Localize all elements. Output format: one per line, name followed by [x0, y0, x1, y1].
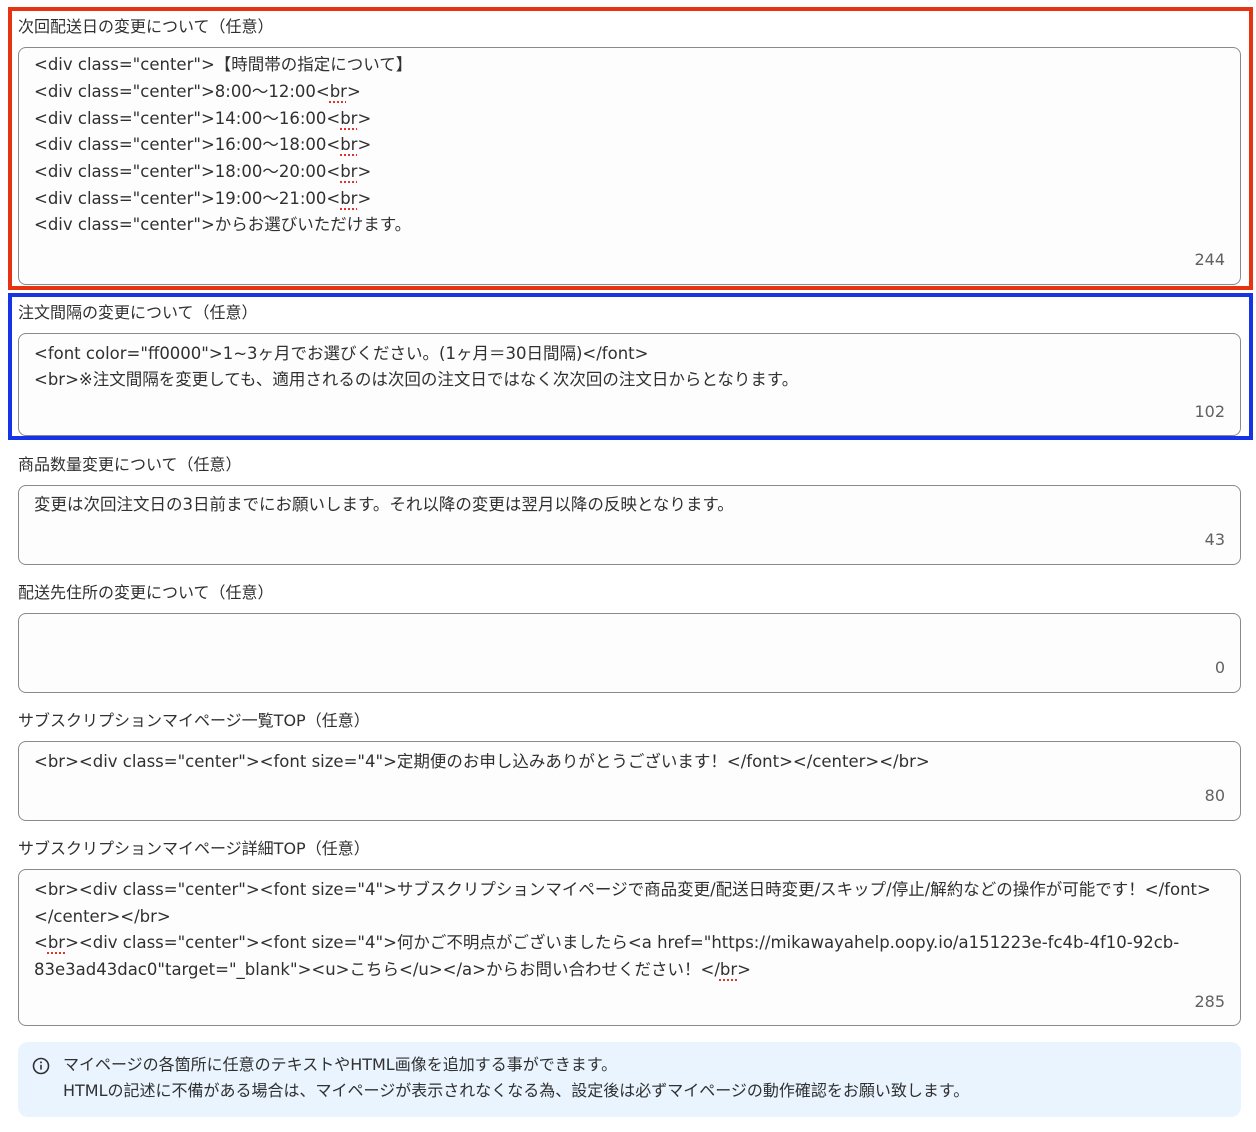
- banner-text-line-2: HTMLの記述に不備がある場合は、マイページが表示されなくなる為、設定後は必ずマ…: [63, 1081, 970, 1100]
- textarea-quantity-change[interactable]: 変更は次回注文日の3日前までにお願いします。それ以降の変更は翌月以降の反映となり…: [18, 485, 1241, 565]
- info-icon: [32, 1057, 50, 1075]
- textarea-order-interval[interactable]: <font color="ff0000">1~3ヶ月でお選びください。(1ヶ月＝…: [18, 333, 1241, 436]
- textarea-address-change[interactable]: 0: [18, 613, 1241, 693]
- textarea-line: 変更は次回注文日の3日前までにお願いします。それ以降の変更は翌月以降の反映となり…: [34, 495, 734, 514]
- textarea-line: </center></br>: [34, 907, 171, 926]
- textarea-mypage-list-top[interactable]: <br><div class="center"><font size="4">定…: [18, 741, 1241, 821]
- textarea-line: <div class="center">19:00〜21:00<br>: [34, 189, 372, 208]
- textarea-next-delivery[interactable]: <div class="center">【時間帯の指定について】 <div cl…: [18, 47, 1241, 285]
- textarea-line: <font color="ff0000">1~3ヶ月でお選びください。(1ヶ月＝…: [34, 344, 649, 363]
- character-count: 102: [1194, 402, 1225, 421]
- character-count: 244: [1194, 250, 1225, 269]
- textarea-line: <div class="center">からお選びいただけます。: [34, 215, 412, 234]
- textarea-line: <br>※注文間隔を変更しても、適用されるのは次回の注文日ではなく次次回の注文日…: [34, 370, 799, 389]
- field-label-order-interval: 注文間隔の変更について（任意）: [18, 303, 258, 322]
- character-count: 80: [1204, 786, 1225, 805]
- textarea-mypage-detail-top[interactable]: <br><div class="center"><font size="4">サ…: [18, 869, 1241, 1026]
- textarea-line: <div class="center">14:00〜16:00<br>: [34, 109, 372, 128]
- banner-text-line-1: マイページの各箇所に任意のテキストやHTML画像を追加する事ができます。: [63, 1055, 618, 1074]
- mypage-settings-form: 次回配送日の変更について（任意） <div class="center">【時間…: [0, 0, 1256, 1132]
- textarea-line: <br><div class="center"><font size="4">何…: [34, 933, 1180, 952]
- textarea-line: 83e3ad43dac0"target="_blank"><u>こちら</u><…: [34, 960, 751, 979]
- character-count: 285: [1194, 992, 1225, 1011]
- field-label-quantity-change: 商品数量変更について（任意）: [18, 455, 242, 474]
- textarea-line: <div class="center">8:00〜12:00<br>: [34, 82, 361, 101]
- field-label-mypage-list-top: サブスクリプションマイページ一覧TOP（任意）: [18, 711, 370, 730]
- textarea-line: <br><div class="center"><font size="4">サ…: [34, 880, 1211, 899]
- character-count: 43: [1204, 530, 1225, 549]
- field-label-address-change: 配送先住所の変更について（任意）: [18, 583, 274, 602]
- field-label-mypage-detail-top: サブスクリプションマイページ詳細TOP（任意）: [18, 839, 370, 858]
- textarea-line: <div class="center">【時間帯の指定について】: [34, 55, 413, 74]
- textarea-line: <div class="center">18:00〜20:00<br>: [34, 162, 372, 181]
- character-count: 0: [1214, 658, 1225, 677]
- field-label-next-delivery: 次回配送日の変更について（任意）: [18, 17, 274, 36]
- textarea-line: <div class="center">16:00〜18:00<br>: [34, 135, 372, 154]
- info-banner: マイページの各箇所に任意のテキストやHTML画像を追加する事ができます。 HTM…: [18, 1042, 1241, 1117]
- textarea-line: <br><div class="center"><font size="4">定…: [34, 752, 930, 771]
